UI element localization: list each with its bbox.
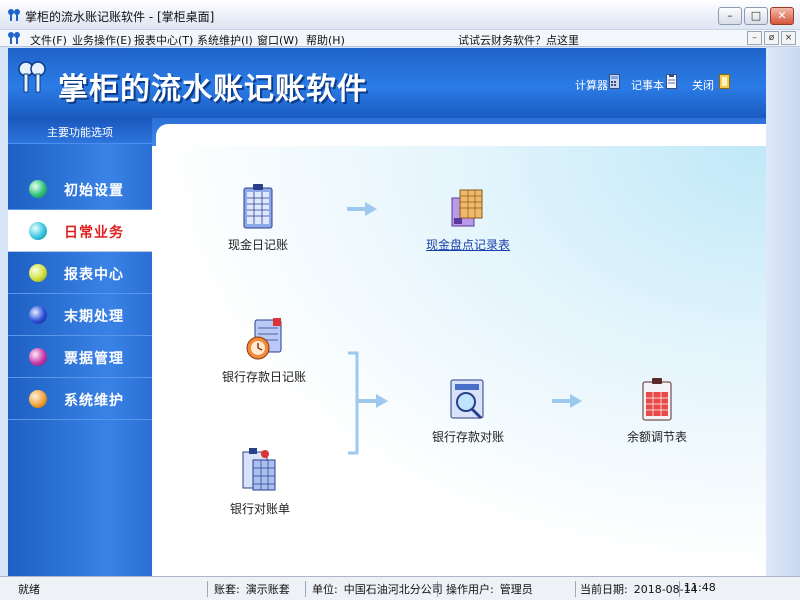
app-logo-icon	[8, 9, 20, 21]
bank-statement-module[interactable]: 银行对账单	[222, 446, 298, 517]
minimize-button[interactable]: –	[718, 7, 742, 25]
status-book: 账套: 演示账套	[214, 581, 306, 597]
right-frame-edge	[766, 48, 800, 576]
desktop-panel: 现金日记账 现金盘点记录表 银行存款日记账 银行存款对账 余额调节表 银行对账单	[152, 118, 766, 576]
yellow-orb-icon	[29, 264, 47, 282]
sidebar-item-initial-setup[interactable]: 初始设置	[8, 168, 152, 210]
balance-adjust-label: 余额调节表	[626, 430, 687, 444]
green-orb-icon	[29, 180, 47, 198]
restore-button[interactable]: □	[744, 7, 768, 25]
sidebar-item-label: 日常业务	[64, 225, 124, 241]
calculator-icon[interactable]	[609, 74, 620, 89]
workflow-area: 现金日记账 现金盘点记录表 银行存款日记账 银行存款对账 余额调节表 银行对账单	[152, 146, 766, 576]
content-tab-area	[156, 124, 766, 146]
mdi-restore-button[interactable]: ø	[764, 31, 779, 45]
cloud-promo-link[interactable]: 试试云财务软件？点这里	[458, 32, 579, 48]
window-controls: – □ ✕	[718, 7, 794, 25]
close-app-link[interactable]: 关闭	[692, 77, 714, 93]
sidebar-item-system-maintenance[interactable]: 系统维护	[8, 378, 152, 420]
sidebar-item-bill-management[interactable]: 票据管理	[8, 336, 152, 378]
calculator-link[interactable]: 计算器	[575, 77, 608, 93]
brand-logo-icon	[18, 61, 46, 93]
status-date: 当前日期: 2018-08-14	[580, 581, 698, 597]
sidebar-item-label: 报表中心	[64, 267, 124, 283]
menu-help[interactable]: 帮助(H)	[306, 32, 345, 48]
right-arrow-icon	[347, 202, 377, 216]
sidebar-item-label: 初始设置	[64, 183, 124, 199]
window-title: 掌柜的流水账记账软件 - [掌柜桌面]	[25, 10, 215, 24]
menu-reports[interactable]: 报表中心(T)	[134, 32, 193, 48]
status-ready: 就绪	[18, 581, 208, 597]
sidebar-item-label: 票据管理	[64, 351, 124, 367]
menu-window[interactable]: 窗口(W)	[257, 32, 298, 48]
menu-file[interactable]: 文件(F)	[30, 32, 67, 48]
cash-journal-label: 现金日记账	[227, 238, 288, 252]
close-button[interactable]: ✕	[770, 7, 794, 25]
sidebar-item-daily-business[interactable]: 日常业务	[8, 210, 152, 252]
sidebar-header-label: 主要功能选项	[47, 126, 113, 139]
notepad-link[interactable]: 记事本	[631, 77, 664, 93]
bank-reconcile-module[interactable]: 银行存款对账	[420, 378, 516, 445]
statement-stack-icon	[242, 448, 276, 491]
spreadsheet-stack-icon	[451, 189, 483, 227]
sidebar-item-report-center[interactable]: 报表中心	[8, 252, 152, 294]
cyan-orb-icon	[29, 222, 47, 240]
sidebar-item-period-end[interactable]: 末期处理	[8, 294, 152, 336]
mdi-close-button[interactable]: ×	[781, 31, 796, 45]
cash-count-link[interactable]: 现金盘点记录表	[418, 236, 518, 253]
title-bar: 掌柜的流水账记账软件 - [掌柜桌面] – □ ✕	[0, 0, 800, 30]
bank-journal-label: 银行存款日记账	[221, 370, 306, 384]
menu-business[interactable]: 业务操作(E)	[72, 32, 132, 48]
ledger-book-icon	[243, 184, 273, 229]
brand-title: 掌柜的流水账记账软件	[58, 72, 368, 107]
status-unit: 单位: 中国石油河北分公司	[312, 581, 443, 597]
sidebar-item-label: 系统维护	[64, 393, 124, 409]
exit-icon[interactable]	[719, 74, 730, 89]
menu-bar: 文件(F) 业务操作(E) 报表中心(T) 系统维护(I) 窗口(W) 帮助(H…	[0, 30, 800, 47]
bank-statement-label: 银行对账单	[229, 502, 290, 516]
orange-orb-icon	[29, 390, 47, 408]
menu-system[interactable]: 系统维护(I)	[197, 32, 253, 48]
notepad-icon[interactable]	[666, 74, 677, 89]
content-top-strip	[152, 118, 766, 146]
sidebar-header: 主要功能选项	[8, 118, 152, 144]
magnifier-document-icon	[450, 379, 484, 420]
mdi-minimize-button[interactable]: –	[747, 31, 762, 45]
header-banner: 掌柜的流水账记账软件 计算器 记事本 关闭	[8, 48, 766, 118]
mdi-controls: – ø ×	[747, 31, 796, 45]
sidebar-item-label: 末期处理	[64, 309, 124, 325]
status-time: 11:48	[684, 581, 716, 594]
right-arrow-icon	[358, 394, 388, 408]
blue-orb-icon	[29, 306, 47, 324]
app-menu-icon[interactable]	[7, 31, 21, 45]
cash-count-module[interactable]: 现金盘点记录表	[418, 184, 518, 253]
status-user: 操作用户: 管理员	[446, 581, 576, 597]
bank-ledger-clock-icon	[246, 318, 282, 360]
cash-journal-module[interactable]: 现金日记账	[222, 184, 294, 253]
red-ledger-icon	[642, 378, 672, 421]
balance-adjust-module[interactable]: 余额调节表	[612, 378, 702, 445]
status-bar: 就绪 账套: 演示账套 单位: 中国石油河北分公司 操作用户: 管理员 当前日期: 20…	[0, 576, 800, 600]
bank-reconcile-label: 银行存款对账	[431, 430, 504, 444]
sidebar: 主要功能选项 初始设置 日常业务 报表中心 末期处理 票据管理 系统维护	[8, 118, 152, 576]
right-arrow-icon	[552, 394, 582, 408]
bank-journal-module[interactable]: 银行存款日记账	[216, 318, 312, 385]
magenta-orb-icon	[29, 348, 47, 366]
